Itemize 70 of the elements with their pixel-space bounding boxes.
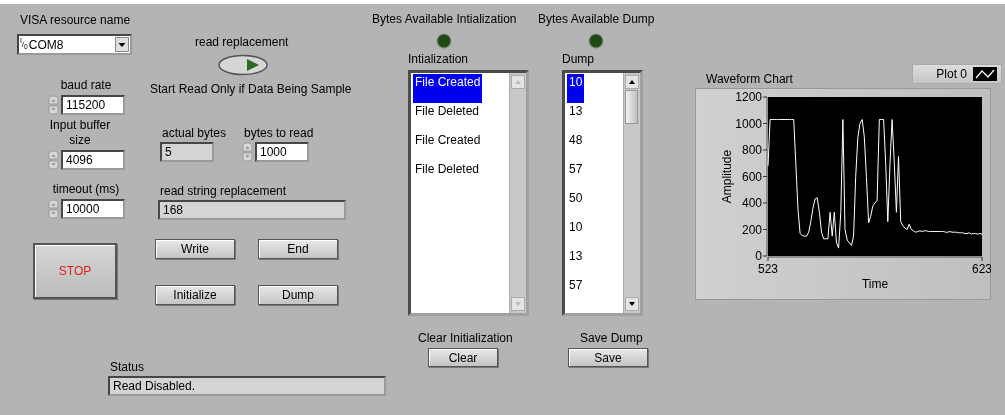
visa-io-icon: $^{I}$/$_{0}$ bbox=[20, 37, 28, 52]
list-item[interactable]: 57 bbox=[567, 277, 585, 306]
push-button[interactable]: End bbox=[258, 239, 338, 259]
spinner-arrows-icon[interactable] bbox=[242, 142, 253, 162]
dropdown-value: COM8 bbox=[28, 37, 65, 52]
push-button[interactable]: Write bbox=[155, 239, 235, 259]
legend-label: Plot 0 bbox=[936, 67, 967, 81]
y-tick-label: 800 bbox=[741, 143, 762, 157]
listbox-label: Intialization bbox=[408, 52, 470, 66]
value-display: 168 bbox=[158, 200, 346, 220]
scrollbar-thumb[interactable] bbox=[625, 90, 638, 124]
line-sample-icon bbox=[973, 67, 997, 81]
instruction-text: Start Read Only if Data Being Sample bbox=[150, 82, 352, 96]
listbox[interactable]: File Created File Deleted File Created File Deleted bbox=[408, 70, 529, 316]
toggle-switch[interactable] bbox=[218, 54, 268, 76]
y-tick-label: 400 bbox=[741, 196, 762, 210]
y-tick-label: 1200 bbox=[735, 90, 762, 104]
list-item[interactable]: 50 bbox=[567, 190, 585, 219]
push-button[interactable]: Clear bbox=[428, 348, 498, 367]
y-axis-title: Amplitude bbox=[720, 149, 734, 204]
x-axis-title: Time bbox=[861, 277, 889, 291]
list-item[interactable]: File Deleted bbox=[413, 161, 482, 190]
number-field[interactable]: 4096 bbox=[61, 150, 125, 170]
control-label: bytes to read bbox=[244, 126, 314, 140]
push-button[interactable]: Initialize bbox=[155, 285, 235, 305]
scroll-up-icon[interactable] bbox=[625, 75, 639, 89]
push-button[interactable]: Save bbox=[568, 348, 648, 367]
list-item[interactable]: 48 bbox=[567, 132, 585, 161]
control-label: Save Dump bbox=[580, 331, 643, 345]
value-display: Read Disabled. bbox=[108, 376, 386, 396]
scroll-down-icon[interactable] bbox=[625, 297, 639, 311]
y-tick-label: 1000 bbox=[735, 116, 762, 131]
indicator-label: Bytes Available Intialization bbox=[372, 12, 517, 26]
resource-dropdown[interactable]: $^{I}$/$_{0}$COM8 bbox=[17, 34, 132, 55]
control-label: Status bbox=[110, 360, 146, 374]
control-label: read string replacement bbox=[160, 184, 288, 198]
listbox-label: Dump bbox=[562, 52, 595, 66]
list-item[interactable]: File Deleted bbox=[413, 103, 482, 132]
number-field[interactable]: 115200 bbox=[61, 95, 125, 115]
control-label: Input buffer size bbox=[48, 118, 112, 148]
spinner-arrows-icon[interactable] bbox=[48, 199, 59, 219]
listbox[interactable]: 10 13 48 57 50 10 13 57 bbox=[562, 70, 643, 316]
list-item[interactable]: 13 bbox=[567, 248, 585, 277]
value-display: 5 bbox=[160, 142, 214, 162]
list-item[interactable]: File Created bbox=[413, 74, 483, 103]
control-label: timeout (ms) bbox=[51, 182, 121, 197]
indicator-label: Bytes Available Dump bbox=[538, 12, 655, 26]
plot-legend[interactable]: Plot 0 bbox=[912, 64, 1002, 84]
x-tick-label: 523 bbox=[758, 262, 778, 276]
spinner-arrows-icon[interactable] bbox=[48, 150, 59, 170]
list-item[interactable]: 10 bbox=[567, 219, 585, 248]
control-label: Clear Initialization bbox=[418, 331, 513, 345]
list-item[interactable]: 10 bbox=[567, 74, 585, 103]
y-tick-label: 0 bbox=[755, 249, 762, 263]
control-label: actual bytes bbox=[162, 126, 227, 140]
list-item[interactable]: 13 bbox=[567, 103, 585, 132]
number-field[interactable]: 10000 bbox=[61, 199, 125, 219]
spinner-arrows-icon[interactable] bbox=[48, 95, 59, 115]
control-label: read replacement bbox=[195, 35, 289, 49]
control-label: baud rate bbox=[59, 78, 113, 93]
list-item[interactable]: 57 bbox=[567, 161, 585, 190]
push-button[interactable]: Dump bbox=[258, 285, 338, 305]
scrollbar[interactable] bbox=[623, 73, 640, 313]
number-field[interactable]: 1000 bbox=[255, 142, 309, 162]
y-tick-label: 600 bbox=[741, 169, 762, 184]
control-label: VISA resource name bbox=[20, 13, 131, 27]
list-item[interactable]: File Created bbox=[413, 132, 483, 161]
x-tick-label: 623 bbox=[972, 262, 991, 276]
chart-title: Waveform Chart bbox=[706, 72, 793, 86]
y-tick-label: 200 bbox=[741, 222, 762, 237]
